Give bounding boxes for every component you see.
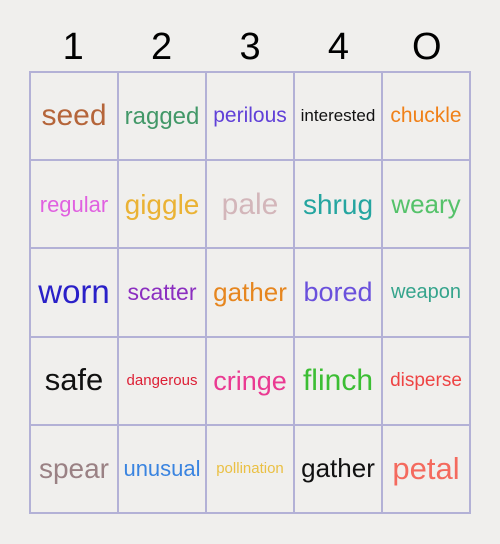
bingo-cell[interactable]: cringe [207, 337, 295, 426]
column-header-label: 2 [151, 25, 173, 68]
bingo-cell-word: seed [41, 99, 107, 133]
bingo-row: safe dangerous cringe flinch disperse [31, 337, 471, 426]
bingo-cell[interactable]: regular [31, 161, 119, 250]
column-header-1: 1 [29, 22, 117, 71]
bingo-cell-word: pale [221, 187, 279, 221]
column-header-5: O [383, 22, 471, 71]
bingo-cell-word: perilous [213, 104, 287, 128]
bingo-cell[interactable]: ragged [119, 73, 207, 162]
bingo-cell-word: gather [301, 453, 375, 484]
column-header-3: 3 [206, 22, 294, 71]
bingo-cell-word: weapon [390, 281, 462, 303]
bingo-cell-word: regular [39, 191, 109, 217]
bingo-cell-word: petal [392, 450, 460, 486]
bingo-cell[interactable]: safe [31, 337, 119, 426]
bingo-cell[interactable]: bored [295, 249, 383, 338]
bingo-cell[interactable]: chuckle [383, 73, 471, 162]
bingo-cell-word: interested [300, 106, 376, 126]
bingo-cell-word: giggle [124, 188, 200, 220]
bingo-cell[interactable]: interested [295, 73, 383, 162]
bingo-cell[interactable]: weary [383, 161, 471, 250]
bingo-cell[interactable]: petal [383, 425, 471, 515]
bingo-cell-word: flinch [302, 363, 374, 397]
bingo-row: regular giggle pale shrug weary [31, 161, 471, 250]
bingo-row: spear unusual pollination gather petal [31, 425, 471, 515]
bingo-cell[interactable]: giggle [119, 161, 207, 250]
column-header-label: 3 [239, 25, 261, 68]
column-header-label: O [412, 25, 442, 68]
bingo-cell[interactable]: pale [207, 161, 295, 250]
bingo-row: worn scatter gather bored weapon [31, 249, 471, 338]
bingo-cell-word: safe [44, 362, 104, 398]
bingo-cell[interactable]: disperse [383, 337, 471, 426]
bingo-cell-word: disperse [390, 369, 462, 391]
bingo-column-headers: 1 2 3 4 O [29, 22, 471, 71]
bingo-cell[interactable]: shrug [295, 161, 383, 250]
bingo-cell-word: pollination [216, 460, 284, 478]
bingo-cell-word: unusual [123, 456, 201, 482]
bingo-cell-word: bored [303, 277, 373, 308]
bingo-grid: seed ragged perilous interested chuckle regul… [29, 71, 471, 515]
bingo-cell-word: shrug [302, 188, 374, 220]
column-header-4: 4 [294, 22, 382, 71]
column-header-label: 4 [327, 25, 349, 68]
bingo-cell[interactable]: pollination [207, 425, 295, 515]
bingo-cell[interactable]: spear [31, 425, 119, 515]
column-header-2: 2 [117, 22, 205, 71]
bingo-cell[interactable]: scatter [119, 249, 207, 338]
bingo-cell[interactable]: gather [207, 249, 295, 338]
bingo-cell-word: spear [38, 453, 110, 485]
bingo-cell-word: ragged [124, 102, 200, 130]
bingo-cell[interactable]: gather [295, 425, 383, 515]
bingo-cell[interactable]: dangerous [119, 337, 207, 426]
bingo-cell[interactable]: seed [31, 73, 119, 162]
bingo-cell[interactable]: perilous [207, 73, 295, 162]
bingo-cell-word: cringe [213, 365, 287, 396]
bingo-cell-word: chuckle [390, 104, 462, 128]
bingo-row: seed ragged perilous interested chuckle [31, 73, 471, 162]
bingo-cell-word: gather [213, 276, 287, 307]
bingo-cell-word: worn [38, 273, 110, 311]
bingo-cell-word: dangerous [126, 371, 198, 389]
bingo-cell[interactable]: worn [31, 249, 119, 338]
bingo-cell-word: weary [391, 188, 461, 219]
bingo-cell-word: scatter [127, 279, 197, 306]
column-header-label: 1 [62, 25, 84, 68]
bingo-cell[interactable]: flinch [295, 337, 383, 426]
bingo-card: 1 2 3 4 O seed ragged perilous interested chuckl… [0, 0, 500, 544]
bingo-cell[interactable]: weapon [383, 249, 471, 338]
bingo-cell[interactable]: unusual [119, 425, 207, 515]
